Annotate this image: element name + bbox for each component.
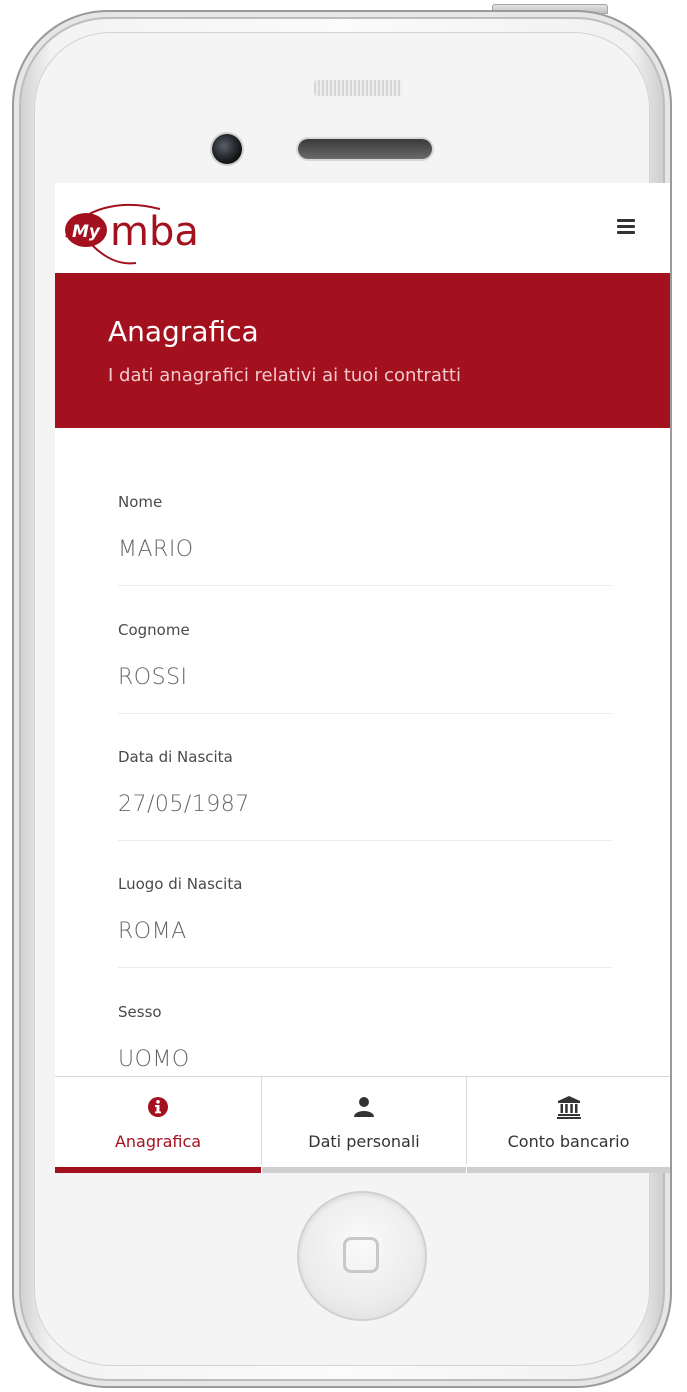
- user-icon: [354, 1097, 374, 1117]
- field-value: ROSSI: [118, 665, 188, 690]
- logo-badge-text: My: [72, 222, 101, 242]
- page-header-banner: Anagrafica I dati anagrafici relativi ai…: [55, 273, 670, 428]
- bottom-tab-bar: Anagrafica Dati personali Conto bancario: [55, 1076, 670, 1173]
- field-luogo-di-nascita: Luogo di Nascita ROMA: [118, 875, 612, 1002]
- bank-icon: [556, 1096, 581, 1119]
- tab-anagrafica[interactable]: Anagrafica: [55, 1077, 261, 1173]
- tab-active-indicator: [55, 1167, 261, 1173]
- field-label: Cognome: [118, 621, 190, 639]
- phone-mockup: My mba Anagrafica I dati anagrafici rela…: [0, 0, 687, 1392]
- mymba-logo[interactable]: My mba: [62, 193, 232, 265]
- field-label: Sesso: [118, 1003, 162, 1021]
- info-circle-icon: [148, 1097, 168, 1117]
- home-button-square-icon: [343, 1237, 379, 1273]
- field-divider: [118, 840, 612, 841]
- field-divider: [118, 585, 612, 586]
- front-camera: [212, 134, 242, 164]
- field-value: MARIO: [118, 537, 194, 562]
- field-value: ROMA: [118, 919, 187, 944]
- hamburger-menu-icon[interactable]: [617, 219, 635, 235]
- earpiece-speaker: [298, 139, 432, 159]
- field-label: Luogo di Nascita: [118, 875, 243, 893]
- tab-label: Conto bancario: [507, 1132, 630, 1151]
- field-nome: Nome MARIO: [118, 493, 612, 620]
- app-header: My mba: [55, 183, 670, 273]
- tab-label: Dati personali: [308, 1132, 420, 1151]
- field-divider: [118, 967, 612, 968]
- logo-text: mba: [110, 209, 199, 255]
- field-label: Nome: [118, 493, 163, 511]
- tab-dati-personali[interactable]: Dati personali: [262, 1077, 466, 1173]
- field-value: UOMO: [118, 1047, 190, 1072]
- home-button[interactable]: [299, 1193, 425, 1319]
- tab-conto-bancario[interactable]: Conto bancario: [467, 1077, 670, 1173]
- field-label: Data di Nascita: [118, 748, 233, 766]
- page-title: Anagrafica: [108, 315, 259, 348]
- tab-label: Anagrafica: [114, 1132, 202, 1151]
- tab-indicator: [467, 1167, 670, 1173]
- tab-indicator: [262, 1167, 466, 1173]
- field-divider: [118, 713, 612, 714]
- app-screen: My mba Anagrafica I dati anagrafici rela…: [55, 183, 670, 1173]
- field-cognome: Cognome ROSSI: [118, 621, 612, 748]
- field-data-di-nascita: Data di Nascita 27/05/1987: [118, 748, 612, 875]
- field-value: 27/05/1987: [118, 792, 250, 817]
- speaker-grille: [314, 80, 402, 96]
- page-subtitle: I dati anagrafici relativi ai tuoi contr…: [108, 365, 461, 386]
